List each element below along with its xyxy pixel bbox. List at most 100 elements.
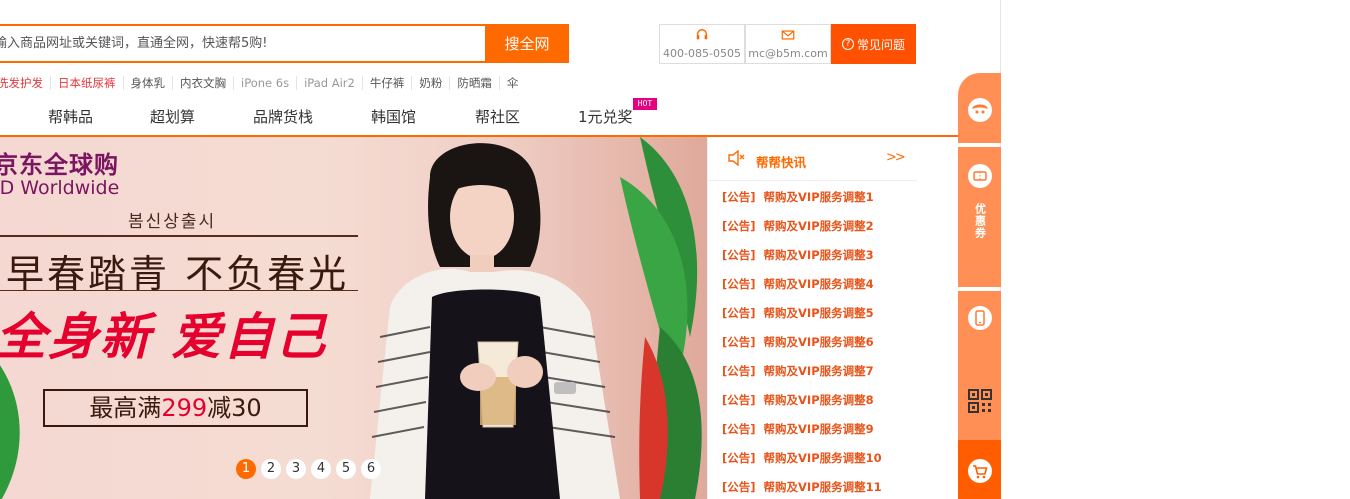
hot-keyword-link[interactable]: 防晒霜 bbox=[449, 76, 499, 90]
news-title: 帮帮快讯 bbox=[756, 155, 807, 170]
news-link[interactable]: [公告] 帮购及VIP服务调整6 bbox=[722, 335, 874, 349]
question-icon: ? bbox=[841, 38, 854, 50]
search-input[interactable] bbox=[0, 26, 484, 61]
nav-item-brand-store[interactable]: 品牌货栈 bbox=[253, 106, 313, 127]
nav-item-korea-hall[interactable]: 韩国馆 bbox=[371, 106, 416, 127]
news-more-link[interactable]: >> bbox=[886, 150, 906, 165]
email-address: mc@b5m.com bbox=[748, 47, 828, 60]
news-tag: [公告] bbox=[722, 219, 756, 233]
news-text: 帮购及VIP服务调整10 bbox=[763, 451, 882, 465]
news-text: 帮购及VIP服务调整1 bbox=[763, 190, 874, 204]
banner-page-dot[interactable]: 2 bbox=[261, 459, 281, 479]
banner-page-dot[interactable]: 4 bbox=[311, 459, 331, 479]
news-link[interactable]: [公告] 帮购及VIP服务调整4 bbox=[722, 277, 874, 291]
news-link[interactable]: [公告] 帮购及VIP服务调整10 bbox=[722, 451, 882, 465]
hot-keyword-link[interactable]: iPad Air2 bbox=[296, 76, 362, 90]
news-link[interactable]: [公告] 帮购及VIP服务调整8 bbox=[722, 393, 874, 407]
news-text: 帮购及VIP服务调整5 bbox=[763, 306, 874, 320]
news-tag: [公告] bbox=[722, 306, 756, 320]
news-item[interactable]: [公告] 帮购及VIP服务调整8 bbox=[722, 390, 882, 419]
news-tag: [公告] bbox=[722, 480, 756, 494]
right-sidebar: 优惠券 bbox=[958, 73, 1001, 499]
nav-item-community[interactable]: 帮社区 bbox=[475, 106, 520, 127]
sidebar-user-button[interactable] bbox=[958, 73, 1001, 143]
hot-keyword-link[interactable]: 身体乳 bbox=[122, 76, 173, 90]
hot-keyword-link[interactable]: 牛仔裤 bbox=[361, 76, 412, 90]
mobile-icon bbox=[967, 306, 992, 330]
news-text: 帮购及VIP服务调整3 bbox=[763, 248, 874, 262]
news-tag: [公告] bbox=[722, 335, 756, 349]
news-tag: [公告] bbox=[722, 451, 756, 465]
hot-keyword-link[interactable]: 日本纸尿裤 bbox=[50, 76, 123, 90]
search-box: 搜全网 bbox=[0, 24, 569, 63]
ticket-icon bbox=[967, 164, 992, 188]
news-link[interactable]: [公告] 帮购及VIP服务调整1 bbox=[722, 190, 874, 204]
news-item[interactable]: [公告] 帮购及VIP服务调整7 bbox=[722, 361, 882, 390]
news-item[interactable]: [公告] 帮购及VIP服务调整6 bbox=[722, 332, 882, 361]
sidebar-coupon-button[interactable]: 优惠券 bbox=[958, 147, 1001, 287]
hot-keywords: 洗发护发 日本纸尿裤 身体乳 内衣文胸 iPone 6s iPad Air2 牛仔裤 奶粉 防晒… bbox=[0, 75, 525, 91]
news-text: 帮购及VIP服务调整6 bbox=[763, 335, 874, 349]
news-tag: [公告] bbox=[722, 393, 756, 407]
sidebar-cart-button[interactable] bbox=[958, 440, 1001, 499]
nav-item-one-yuan[interactable]: 1元兑奖 bbox=[578, 106, 633, 127]
news-item[interactable]: [公告] 帮购及VIP服务调整5 bbox=[722, 303, 882, 332]
banner-page-dot[interactable]: 5 bbox=[336, 459, 356, 479]
news-panel: 帮帮快讯 >> [公告] 帮购及VIP服务调整1 [公告] 帮购及VIP服务调整2 [公… bbox=[707, 137, 917, 499]
banner-pagination: 1 2 3 4 5 6 bbox=[236, 459, 381, 479]
news-tag: [公告] bbox=[722, 248, 756, 262]
news-link[interactable]: [公告] 帮购及VIP服务调整9 bbox=[722, 422, 874, 436]
news-tag: [公告] bbox=[722, 364, 756, 378]
sidebar-qrcode-button[interactable] bbox=[958, 345, 1001, 440]
news-item[interactable]: [公告] 帮购及VIP服务调整2 bbox=[722, 216, 882, 245]
news-link[interactable]: [公告] 帮购及VIP服务调整11 bbox=[722, 480, 882, 494]
news-list: [公告] 帮购及VIP服务调整1 [公告] 帮购及VIP服务调整2 [公告] 帮购及VIP… bbox=[722, 187, 882, 499]
news-header: 帮帮快讯 >> bbox=[708, 137, 917, 181]
news-item[interactable]: [公告] 帮购及VIP服务调整10 bbox=[722, 448, 882, 477]
news-link[interactable]: [公告] 帮购及VIP服务调整5 bbox=[722, 306, 874, 320]
promo-value: 299 bbox=[161, 394, 208, 422]
nav-item-korean-goods[interactable]: 帮韩品 bbox=[48, 106, 93, 127]
banner-page-dot[interactable]: 3 bbox=[286, 459, 306, 479]
news-text: 帮购及VIP服务调整8 bbox=[763, 393, 874, 407]
leaf-left-decor bbox=[0, 365, 20, 499]
promo-prefix: 最高满 bbox=[89, 394, 162, 422]
promo-banner[interactable]: 京东全球购 JD Worldwide 봄신상출시 早春踏青 不负春光 全身新 爱… bbox=[0, 137, 707, 499]
faq-button[interactable]: ? 常见问题 bbox=[831, 24, 916, 64]
nav-item-deals[interactable]: 超划算 bbox=[150, 106, 195, 127]
news-text: 帮购及VIP服务调整11 bbox=[763, 480, 882, 494]
promo-value-2: 30 bbox=[231, 394, 262, 422]
search-all-button[interactable]: 搜全网 bbox=[485, 24, 569, 63]
news-item[interactable]: [公告] 帮购及VIP服务调整9 bbox=[722, 419, 882, 448]
banner-page-dot[interactable]: 1 bbox=[236, 459, 256, 479]
news-item[interactable]: [公告] 帮购及VIP服务调整11 bbox=[722, 477, 882, 499]
news-link[interactable]: [公告] 帮购及VIP服务调整2 bbox=[722, 219, 874, 233]
news-tag: [公告] bbox=[722, 277, 756, 291]
news-item[interactable]: [公告] 帮购及VIP服务调整3 bbox=[722, 245, 882, 274]
email-contact[interactable]: mc@b5m.com bbox=[745, 24, 831, 64]
qrcode-icon bbox=[967, 389, 992, 413]
banner-promo-box: 最高满299减30 bbox=[43, 389, 308, 427]
hot-keyword-link[interactable]: iPone 6s bbox=[233, 76, 296, 90]
mail-icon bbox=[746, 28, 830, 46]
news-text: 帮购及VIP服务调整9 bbox=[763, 422, 874, 436]
news-link[interactable]: [公告] 帮购及VIP服务调整3 bbox=[722, 248, 874, 262]
sidebar-mobile-button[interactable] bbox=[958, 291, 1001, 345]
banner-brand-en: JD Worldwide bbox=[0, 177, 120, 199]
hot-keyword-link[interactable]: 奶粉 bbox=[411, 76, 449, 90]
news-item[interactable]: [公告] 帮购及VIP服务调整4 bbox=[722, 274, 882, 303]
banner-page-dot[interactable]: 6 bbox=[361, 459, 381, 479]
speaker-icon bbox=[728, 150, 745, 166]
news-link[interactable]: [公告] 帮购及VIP服务调整7 bbox=[722, 364, 874, 378]
hot-badge: HOT bbox=[633, 98, 657, 110]
hot-keyword-link[interactable]: 伞 bbox=[498, 76, 526, 90]
faq-label: 常见问题 bbox=[856, 37, 905, 52]
phone-contact[interactable]: 400-085-0505 bbox=[659, 24, 745, 64]
news-tag: [公告] bbox=[722, 422, 756, 436]
hot-keyword-link[interactable]: 内衣文胸 bbox=[172, 76, 233, 90]
promo-mid: 减 bbox=[207, 394, 232, 422]
news-item[interactable]: [公告] 帮购及VIP服务调整1 bbox=[722, 187, 882, 216]
banner-divider bbox=[0, 235, 358, 237]
hot-keyword-link[interactable]: 洗发护发 bbox=[0, 76, 50, 90]
mascot-icon bbox=[967, 98, 992, 122]
